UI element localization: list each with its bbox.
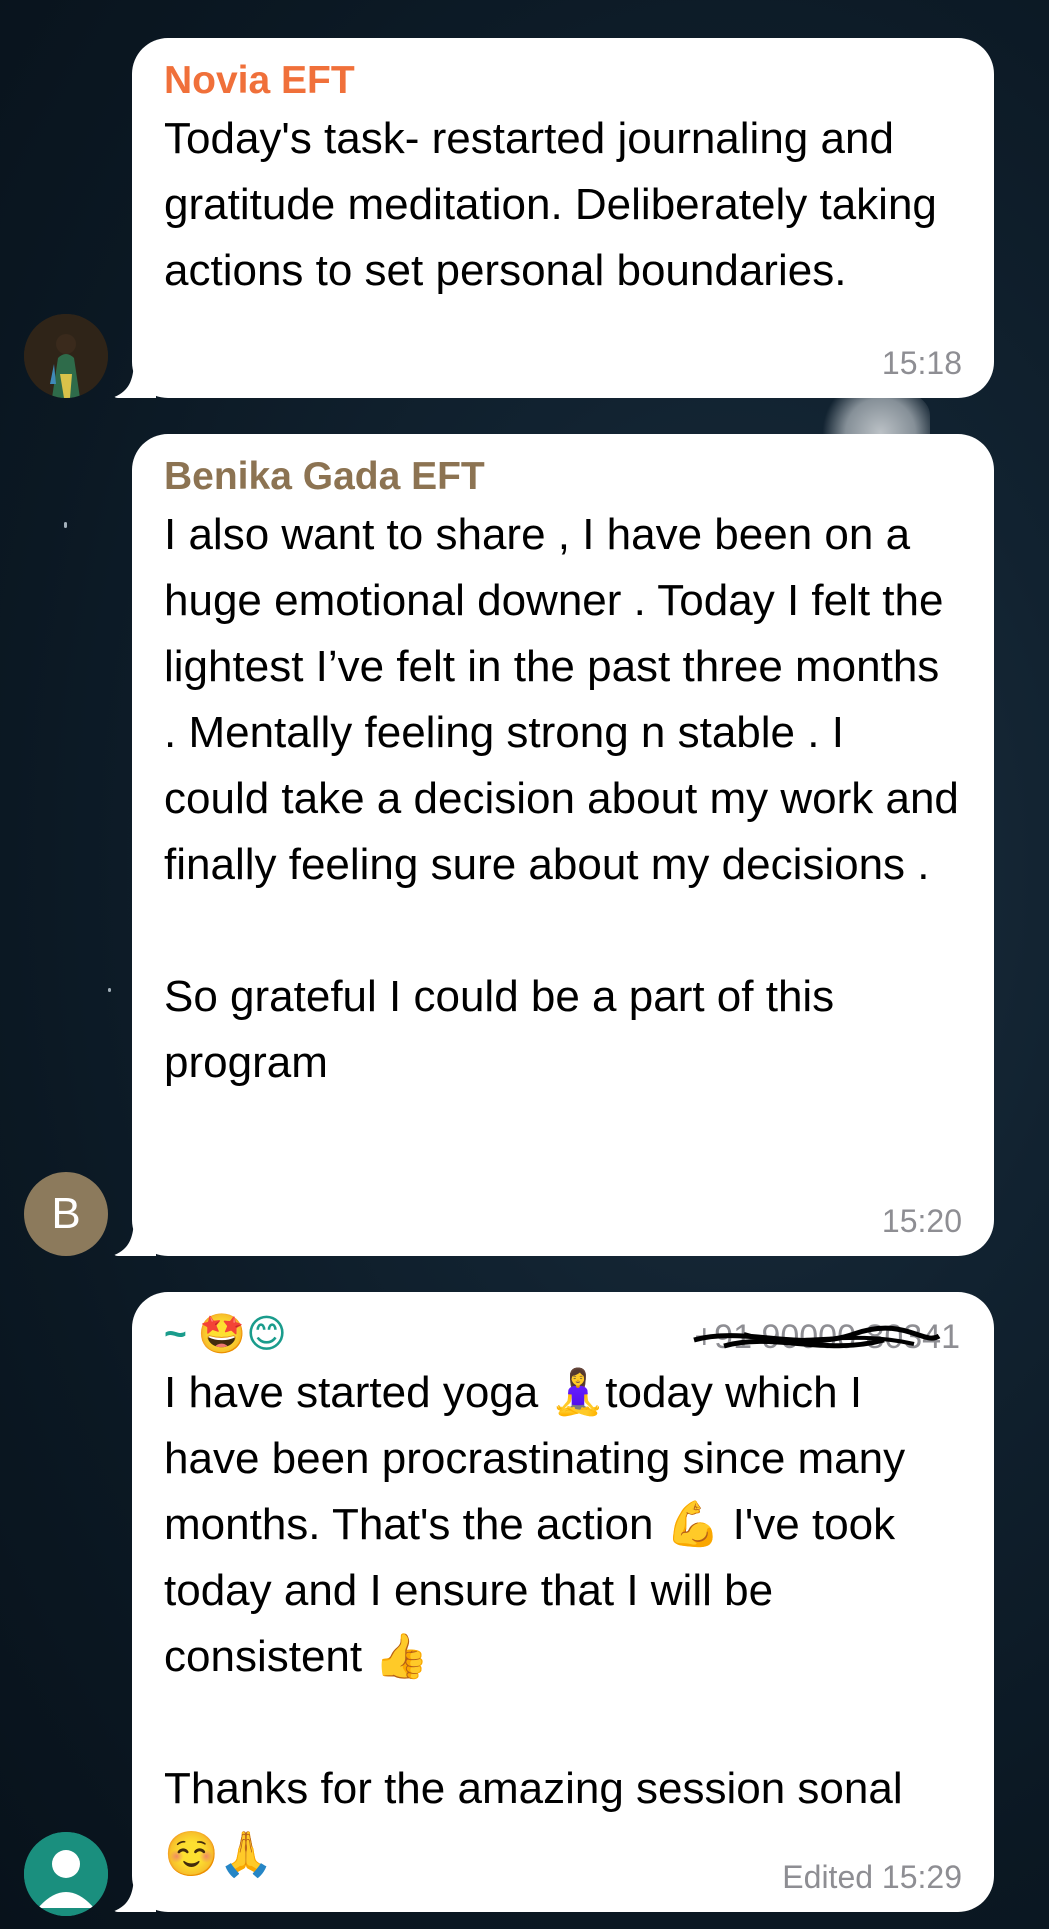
message-text: I have started yoga 🧘‍♀️today which I ha… xyxy=(164,1368,906,1879)
avatar[interactable] xyxy=(24,314,108,398)
message-text: I also want to share , I have been on a … xyxy=(164,510,959,1087)
bubble-tail xyxy=(112,1216,156,1256)
sender-name[interactable]: Benika Gada EFT xyxy=(164,452,960,502)
message-bubble[interactable]: ~ 🤩😊 +91 90000 80341 I have started yoga… xyxy=(132,1292,994,1912)
message-bubble[interactable]: Benika Gada EFT I also want to share , I… xyxy=(132,434,994,1256)
background-star xyxy=(108,988,111,992)
message-time: 15:18 xyxy=(881,345,962,381)
bubble-tail xyxy=(112,358,156,398)
message-bubble[interactable]: Novia EFT Today's task- restarted journa… xyxy=(132,38,994,398)
avatar-letter: B xyxy=(51,1189,81,1238)
message-time: Edited 15:29 xyxy=(782,1859,962,1895)
bubble-tail xyxy=(112,1872,156,1912)
sender-name[interactable]: Novia EFT xyxy=(164,56,960,106)
default-user-icon xyxy=(24,1832,108,1916)
redaction-scribble-icon xyxy=(693,1325,941,1349)
background-star xyxy=(64,522,67,528)
profile-photo-icon xyxy=(24,314,108,398)
sender-phone-number[interactable]: +91 90000 80341 xyxy=(693,1312,960,1362)
message-text: Today's task- restarted journaling and g… xyxy=(164,114,950,295)
avatar[interactable] xyxy=(24,1832,108,1916)
message-time: 15:20 xyxy=(881,1203,962,1239)
avatar[interactable]: B xyxy=(24,1172,108,1256)
